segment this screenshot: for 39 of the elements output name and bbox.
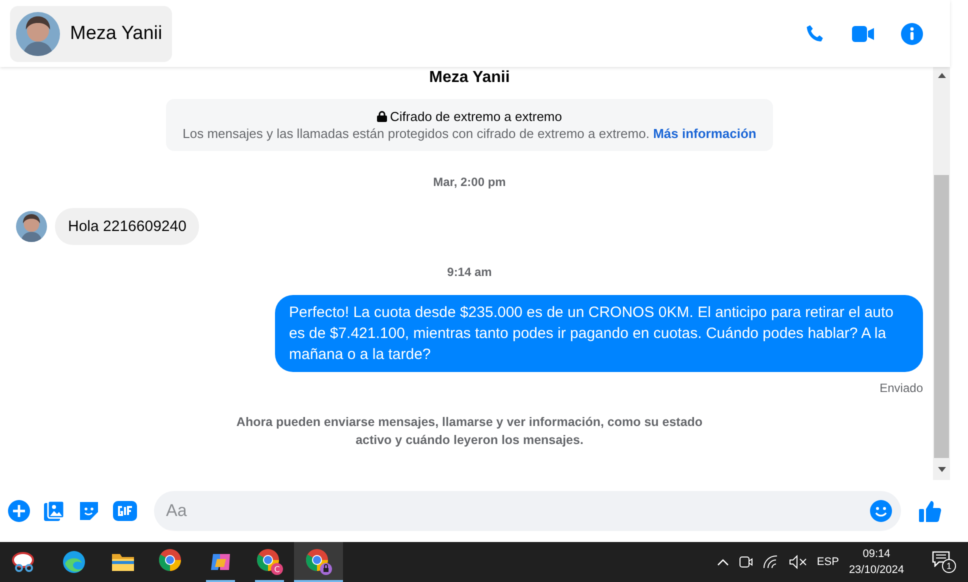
encryption-text: Los mensajes y las llamadas están protegidos con cifrado de extremo a extremo. bbox=[182, 126, 650, 141]
emoji-icon[interactable] bbox=[870, 500, 892, 522]
avatar-icon bbox=[16, 12, 60, 56]
browser-icon bbox=[62, 550, 86, 574]
video-camera-icon[interactable] bbox=[852, 24, 874, 42]
scroll-up-icon[interactable] bbox=[938, 73, 946, 78]
message-bubble: Perfecto! La cuota desde $235.000 es de un CRONOS 0KM. El anticipo para retirar el auto es de $7.421.100, mientras tanto podes ir pagando en cuotas. Cuándo podes hablar? A la mañana o a la tarde? bbox=[275, 295, 923, 372]
plus-icon[interactable] bbox=[8, 500, 30, 522]
gallery-icon[interactable] bbox=[43, 500, 65, 522]
more-info-link[interactable]: Más información bbox=[653, 126, 756, 141]
chevron-up-icon[interactable] bbox=[716, 558, 729, 566]
timestamp: Mar, 2:00 pm bbox=[433, 175, 506, 189]
language-indicator[interactable]: ESP bbox=[816, 556, 839, 568]
sent-status: Enviado bbox=[880, 381, 923, 395]
sticker-icon[interactable] bbox=[78, 500, 100, 522]
intro-name: Meza Yanii bbox=[429, 69, 510, 87]
info-icon[interactable] bbox=[900, 22, 924, 46]
clock[interactable]: 09:14 23/10/2024 bbox=[848, 546, 904, 578]
taskbar-app[interactable] bbox=[294, 542, 343, 582]
wifi-icon[interactable] bbox=[762, 555, 779, 569]
camera-icon[interactable] bbox=[738, 554, 753, 570]
thumbs-up-icon[interactable] bbox=[918, 499, 942, 523]
speaker-muted-icon[interactable] bbox=[788, 555, 807, 569]
profile-button[interactable]: Meza Yanii bbox=[10, 6, 172, 62]
phone-icon[interactable] bbox=[804, 22, 826, 44]
gif-icon[interactable] bbox=[113, 501, 137, 521]
avatar-icon bbox=[16, 211, 47, 242]
chrome-lock-icon bbox=[304, 548, 332, 576]
taskbar-app[interactable]: C bbox=[245, 542, 294, 582]
folder-icon bbox=[110, 552, 134, 572]
encryption-title: Cifrado de extremo a extremo bbox=[390, 108, 562, 125]
message-bubble: Hola 2216609240 bbox=[55, 208, 200, 245]
notice-text: Ahora pueden enviarse mensajes, llamarse y ver información, como su estado activo y cuándo leyeron los mensajes. bbox=[235, 414, 704, 449]
lock-icon bbox=[377, 111, 388, 122]
timestamp: 9:14 am bbox=[447, 265, 492, 279]
scroll-down-icon[interactable] bbox=[938, 467, 946, 472]
message-field[interactable]: Aa bbox=[154, 491, 901, 531]
scrollbar[interactable] bbox=[933, 67, 950, 480]
contact-name: Meza Yanii bbox=[70, 22, 162, 44]
